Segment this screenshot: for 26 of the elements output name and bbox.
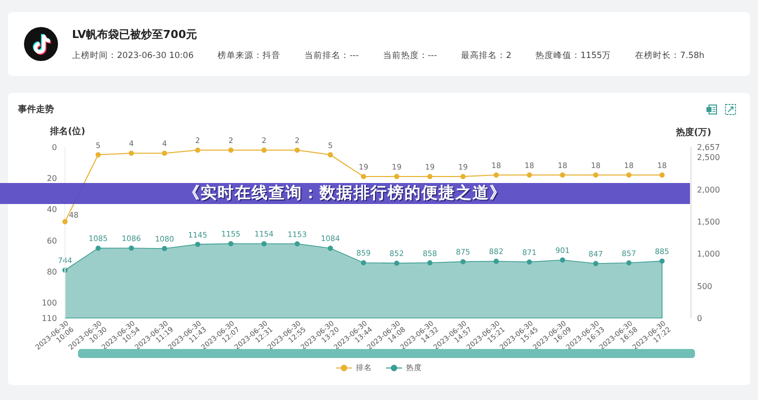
meta-info: 热度峰值：1155万 (535, 50, 612, 62)
axis-tick-label: 110 (42, 314, 57, 323)
section-title: 事件走势 (18, 103, 54, 116)
axis-tick-label: 0 (52, 143, 57, 152)
axis-tick-label: 80 (46, 267, 57, 276)
axis-tick-label: 500 (697, 282, 712, 291)
meta-info: 榜单来源：抖音 (218, 50, 281, 62)
meta-info: 最高排名：2 (461, 50, 512, 62)
axis-tick-label: 2,000 (697, 185, 720, 194)
meta-info: 当前热度：--- (382, 50, 438, 62)
meta-info: 在榜时长：7.58h (635, 50, 704, 62)
meta-info: 当前排名：--- (304, 50, 359, 62)
axis-tick-label: 1,000 (697, 250, 720, 259)
axis-tick-label: 40 (46, 205, 57, 214)
banner-text: 《实时在线查询：数据排行榜的便捷之道》 (184, 183, 506, 204)
axis-tick-label: 20 (46, 174, 57, 184)
axis-tick-label: 2,500 (697, 153, 720, 162)
axis-tick-label: 1,500 (697, 217, 720, 226)
axis-tick-label: 60 (46, 236, 57, 246)
axis-tick-label: 100 (42, 298, 57, 308)
event-title: LV帆布袋已被炒至700元 (72, 26, 198, 42)
axis-title: 排名(位) (50, 127, 86, 137)
axis-tick-label: 2,657 (697, 143, 720, 152)
meta-info: 上榜时间：2023-06-30 10:06 (72, 50, 194, 62)
axis-title: 热度(万) (676, 128, 712, 138)
axis-tick-label: 0 (697, 314, 702, 323)
